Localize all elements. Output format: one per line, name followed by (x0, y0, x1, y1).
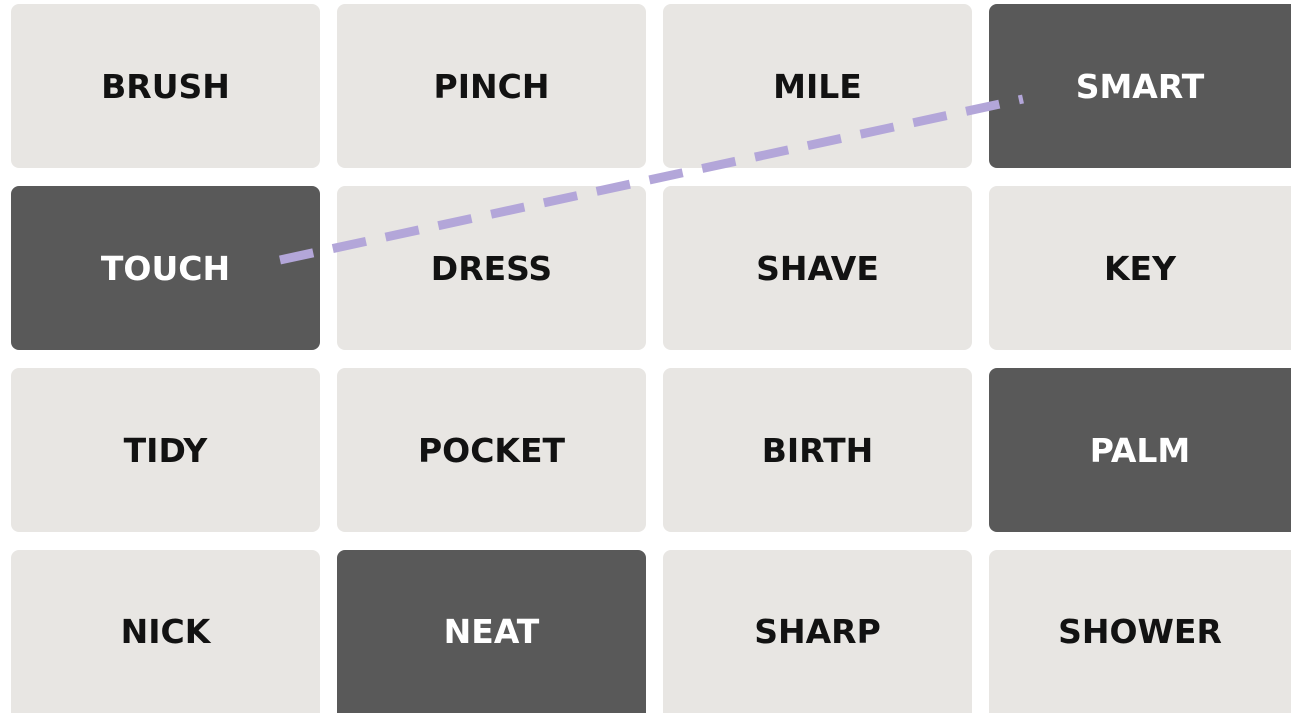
tile-word: POCKET (417, 430, 566, 470)
word-tile[interactable]: POCKET (337, 368, 646, 532)
word-tile[interactable]: PALM (989, 368, 1291, 532)
word-tile[interactable]: SHARP (663, 550, 972, 713)
word-tile[interactable]: MILE (663, 4, 972, 168)
tile-word: SHAVE (756, 248, 879, 288)
word-tile[interactable]: PINCH (337, 4, 646, 168)
tile-word: NICK (120, 612, 211, 651)
word-tile[interactable]: NEAT (337, 550, 646, 713)
tile-word: PALM (1089, 430, 1191, 470)
tile-word: NEAT (443, 612, 540, 651)
word-tile[interactable]: NICK (11, 550, 320, 713)
tile-word: BIRTH (761, 430, 874, 470)
tile-word: MILE (773, 66, 862, 106)
tile-word: BRUSH (101, 66, 230, 106)
word-tile[interactable]: SMART (989, 4, 1291, 168)
tile-word: PINCH (433, 66, 550, 106)
tile-word: SMART (1075, 66, 1205, 106)
word-grid: BRUSH PINCH MILE SMART TOUCH DRESS SHAVE… (0, 0, 1291, 713)
word-tile[interactable]: BIRTH (663, 368, 972, 532)
word-tile[interactable]: TIDY (11, 368, 320, 532)
tile-word: TOUCH (100, 248, 231, 288)
word-tile[interactable]: BRUSH (11, 4, 320, 168)
word-tile[interactable]: SHAVE (663, 186, 972, 350)
word-tile[interactable]: KEY (989, 186, 1291, 350)
tile-word: TIDY (123, 430, 208, 470)
word-tile[interactable]: TOUCH (11, 186, 320, 350)
tile-word: KEY (1103, 248, 1176, 288)
tile-word: DRESS (430, 248, 553, 288)
tile-word: SHARP (754, 612, 881, 651)
word-tile[interactable]: DRESS (337, 186, 646, 350)
word-tile[interactable]: SHOWER (989, 550, 1291, 713)
tile-word: SHOWER (1058, 612, 1222, 651)
